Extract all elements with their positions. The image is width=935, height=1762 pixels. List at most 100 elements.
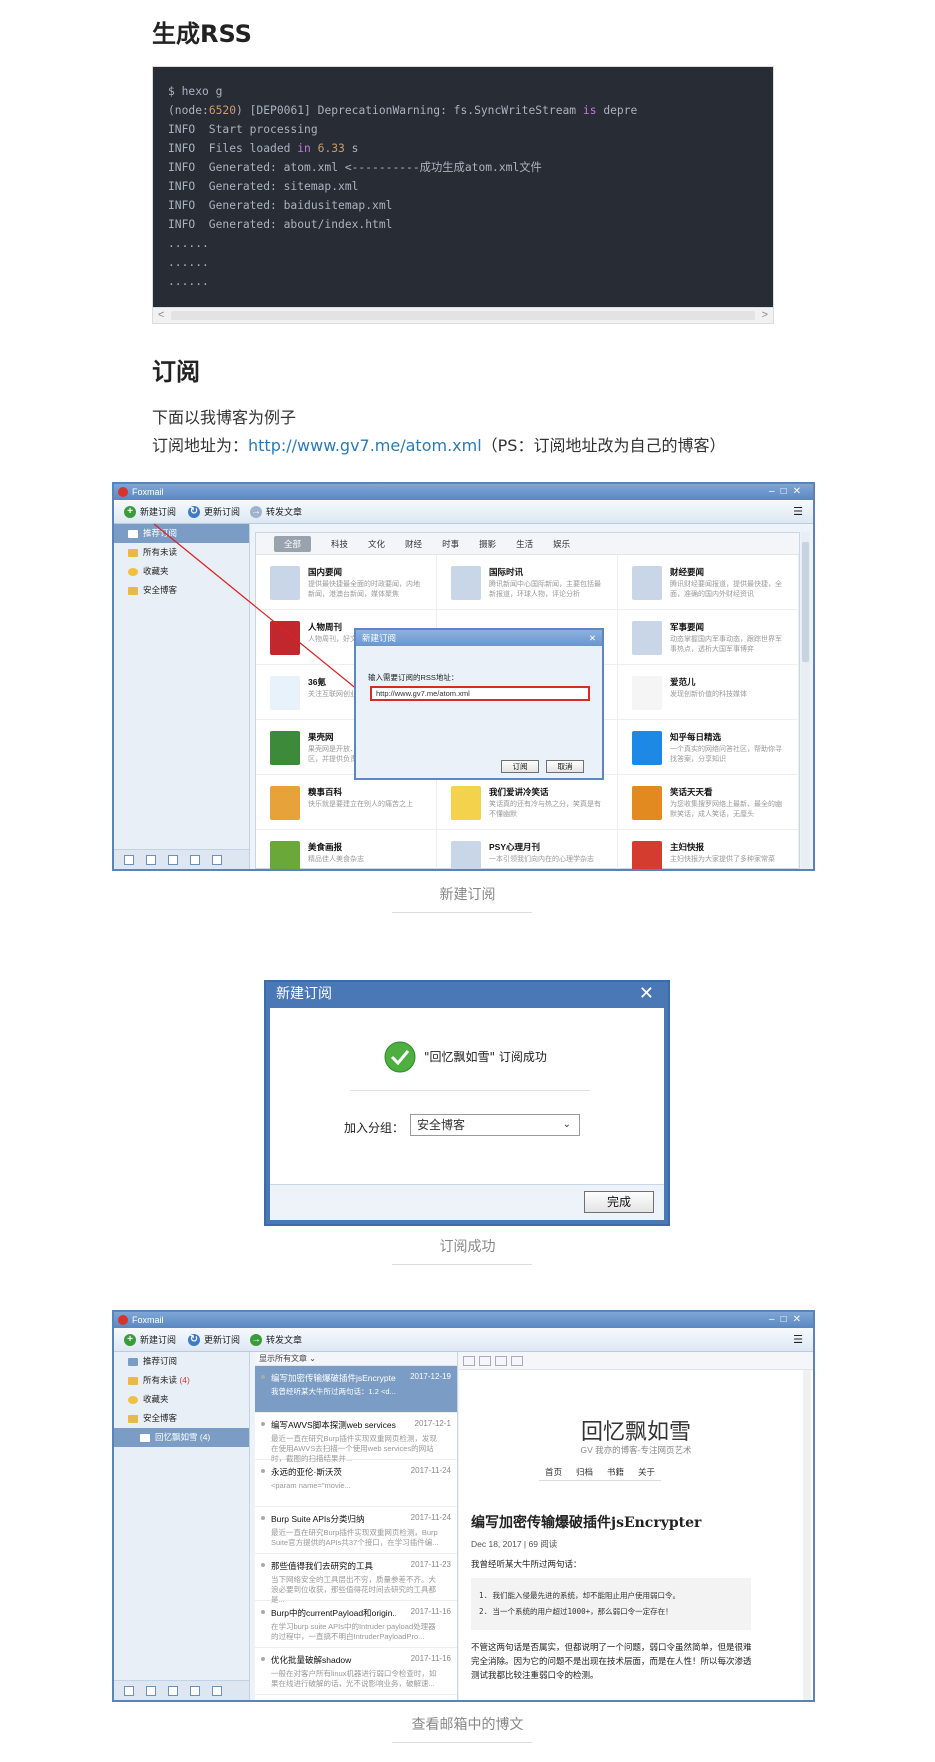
post-body: 不管这两句话是否属实，但都说明了一个问题，弱口令虽然简单，但是很难完全消除。因为…	[471, 1642, 752, 1680]
unread-dot-icon	[261, 1516, 265, 1520]
caption-divider	[392, 912, 532, 913]
chevron-down-icon: ⌄	[562, 1119, 571, 1130]
post-quote: 1. 我们能入侵最先进的系统，却不能阻止用户使用弱口令。 2. 当一个系统的用户…	[471, 1578, 751, 1630]
code-horizontal-scrollbar[interactable]: < >	[153, 307, 773, 323]
dialog-prompt: 输入需要订阅的RSS地址：	[368, 673, 459, 682]
new-subscription-dialog: 新建订阅 ✕ 输入需要订阅的RSS地址： http://www.gv7.me/at…	[354, 628, 604, 780]
nav-books[interactable]: 书籍	[607, 1466, 624, 1478]
article-list-item[interactable]: 编写AWVS脚本探测web services 2017-12-1 最近一直在研究Bu…	[255, 1413, 457, 1463]
article-date: 2017-11-24	[410, 1513, 451, 1522]
article-date: 2017-11-24	[410, 1466, 451, 1475]
new-subscription-button[interactable]: + 新建订阅	[124, 1333, 176, 1346]
subscribe-button[interactable]: 订阅	[501, 760, 539, 773]
success-dialog-body: "回忆飘如雪" 订阅成功 加入分组： 安全博客 ⌄ 完成	[270, 1008, 664, 1220]
nav-home[interactable]: 首页	[545, 1466, 562, 1478]
arrow-right-icon: →	[250, 1333, 262, 1346]
nav-archive[interactable]: 归档	[576, 1466, 593, 1478]
calendar-icon[interactable]	[168, 1686, 178, 1696]
article-title: 优化批量破解shadow	[271, 1655, 352, 1665]
post-title: 编写加密传输爆破插件jsEncrypter	[471, 1515, 702, 1531]
update-subscription-button[interactable]: ↻ 更新订阅	[188, 1333, 240, 1346]
article-date: 2017-12-19	[410, 1372, 451, 1381]
check-circle-icon	[384, 1041, 416, 1073]
sidebar-item-recommended[interactable]: 推荐订阅	[114, 1352, 249, 1371]
close-icon[interactable]: ✕	[639, 982, 654, 1006]
caption-divider	[392, 1742, 532, 1743]
sidebar-bottom-toolbar	[114, 1680, 249, 1700]
post-intro: 我曾经听某大牛所过两句话：	[471, 1559, 582, 1569]
close-icon[interactable]: ✕	[589, 630, 596, 646]
tasks-icon[interactable]	[190, 1686, 200, 1696]
back-icon[interactable]	[463, 1356, 475, 1366]
article-title: 那些值得我们去研究的工具	[271, 1561, 374, 1571]
blog-nav: 首页 归档 书籍 关于	[539, 1464, 662, 1481]
subscription-success-dialog: 新建订阅 ✕ "回忆飘如雪" 订阅成功 加入分组： 安全博客 ⌄ 完成	[264, 980, 670, 1226]
plus-icon: +	[124, 1333, 136, 1346]
paragraph-address: 订阅地址为：http://www.gv7.me/atom.xml（PS：订阅地址…	[152, 436, 726, 455]
article-preview: <param name="movie...	[271, 1481, 351, 1490]
post-meta: Dec 18, 2017 | 69 阅读	[471, 1539, 558, 1549]
sidebar-item-blog-feed[interactable]: 回忆飘如雪 (4)	[114, 1428, 249, 1447]
forward-article-button[interactable]: → 转发文章	[250, 1333, 302, 1346]
article-list-item[interactable]: Burp Suite APIs分类归纳 2017-11-24 最近一直在研究Burp…	[255, 1507, 457, 1554]
unread-dot-icon	[261, 1657, 265, 1661]
refresh-icon: ↻	[188, 1333, 200, 1346]
article-preview: 我曾经听某大牛所过两句话：1.2 <d...	[271, 1387, 396, 1396]
article-filter[interactable]: 显示所有文章 ⌄	[255, 1352, 457, 1366]
article-title: 永远的亚伦·斯沃茨	[271, 1467, 342, 1477]
sidebar-item-unread[interactable]: 所有未读 (4)	[114, 1371, 249, 1390]
unread-dot-icon	[261, 1469, 265, 1473]
caption-view-posts: 查看邮箱中的博文	[411, 1717, 524, 1733]
reload-icon[interactable]	[495, 1356, 507, 1366]
heading-generate-rss: 生成RSS	[152, 20, 252, 48]
forward-icon[interactable]	[479, 1356, 491, 1366]
window-controls[interactable]: –□✕	[769, 1312, 807, 1328]
scrollbar-thumb[interactable]	[171, 311, 755, 320]
article-list-item[interactable]: 永远的亚伦·斯沃茨 2017-11-24 <param name="movie...	[255, 1460, 457, 1507]
unread-dot-icon	[261, 1563, 265, 1567]
group-select[interactable]: 安全博客 ⌄	[410, 1114, 580, 1136]
article-title: 编写加密传输爆破插件jsEncrypter	[271, 1373, 396, 1383]
article-date: 2017-11-16	[410, 1607, 451, 1616]
reading-scrollbar[interactable]	[803, 1370, 811, 1700]
rss-link[interactable]: http://www.gv7.me/atom.xml	[248, 436, 482, 455]
menu-icon[interactable]: ☰	[793, 1333, 803, 1346]
caption-divider	[392, 1264, 532, 1265]
divider	[350, 1090, 590, 1091]
article-date: 2017-12-1	[414, 1419, 451, 1428]
done-button[interactable]: 完成	[584, 1191, 654, 1213]
reading-toolbar	[459, 1352, 813, 1370]
mail-icon[interactable]	[124, 1686, 134, 1696]
article-list-item[interactable]: 那些值得我们去研究的工具 2017-11-23 当下网络安全的工具层出不穷，质量参差…	[255, 1554, 457, 1604]
article-title: 编写AWVS脚本探测web services	[271, 1420, 396, 1430]
dialog-titlebar: 新建订阅 ✕	[356, 630, 602, 646]
paragraph-example: 下面以我博客为例子	[152, 408, 297, 427]
article-title: Burp Suite APIs分类归纳	[271, 1514, 365, 1524]
article-list-item[interactable]: 编写加密传输爆破插件jsEncrypter 2017-12-19 我曾经听某大牛所过…	[255, 1366, 457, 1413]
contacts-icon[interactable]	[146, 1686, 156, 1696]
sidebar-item-favorites[interactable]: 收藏夹	[114, 1390, 249, 1409]
article-title: Burp中的currentPayload和origin...	[271, 1608, 396, 1618]
blog-subtitle: GV 我亦的博客-专注网页艺术	[580, 1445, 692, 1455]
article-preview: 在学习burp suite APIs中的Intruder payload处理器的…	[271, 1622, 436, 1641]
foxmail-sidebar: 推荐订阅 所有未读 (4) 收藏夹 安全博客 回忆飘如雪 (4)	[114, 1352, 250, 1700]
cancel-button[interactable]: 取消	[546, 760, 584, 773]
scroll-left-arrow[interactable]: <	[158, 309, 164, 321]
foxmail-toolbar: + 新建订阅 ↻ 更新订阅 → 转发文章 ☰	[114, 1328, 813, 1352]
rss-address-input[interactable]: http://www.gv7.me/atom.xml	[370, 686, 590, 701]
unread-dot-icon	[261, 1375, 265, 1379]
open-browser-icon[interactable]	[511, 1356, 523, 1366]
heading-subscribe: 订阅	[152, 358, 200, 386]
unread-dot-icon	[261, 1422, 265, 1426]
nav-about[interactable]: 关于	[638, 1466, 655, 1478]
success-message: "回忆飘如雪" 订阅成功	[424, 1050, 547, 1064]
foxmail-titlebar: Foxmail –□✕	[114, 1312, 813, 1328]
rss-icon[interactable]	[212, 1686, 222, 1696]
caption-success: 订阅成功	[439, 1239, 496, 1255]
article-date: 2017-11-23	[410, 1560, 451, 1569]
article-list-item[interactable]: 优化批量破解shadow 2017-11-16 一般在对客户所有linux机器进行弱…	[255, 1648, 457, 1695]
sidebar-item-security-blogs[interactable]: 安全博客	[114, 1409, 249, 1428]
scroll-right-arrow[interactable]: >	[762, 309, 768, 321]
foxmail-window-reader: Foxmail –□✕ + 新建订阅 ↻ 更新订阅 → 转发文章 ☰ 推荐订阅 所有未…	[112, 1310, 815, 1702]
article-list-item[interactable]: Burp中的currentPayload和origin... 2017-11-16…	[255, 1601, 457, 1648]
